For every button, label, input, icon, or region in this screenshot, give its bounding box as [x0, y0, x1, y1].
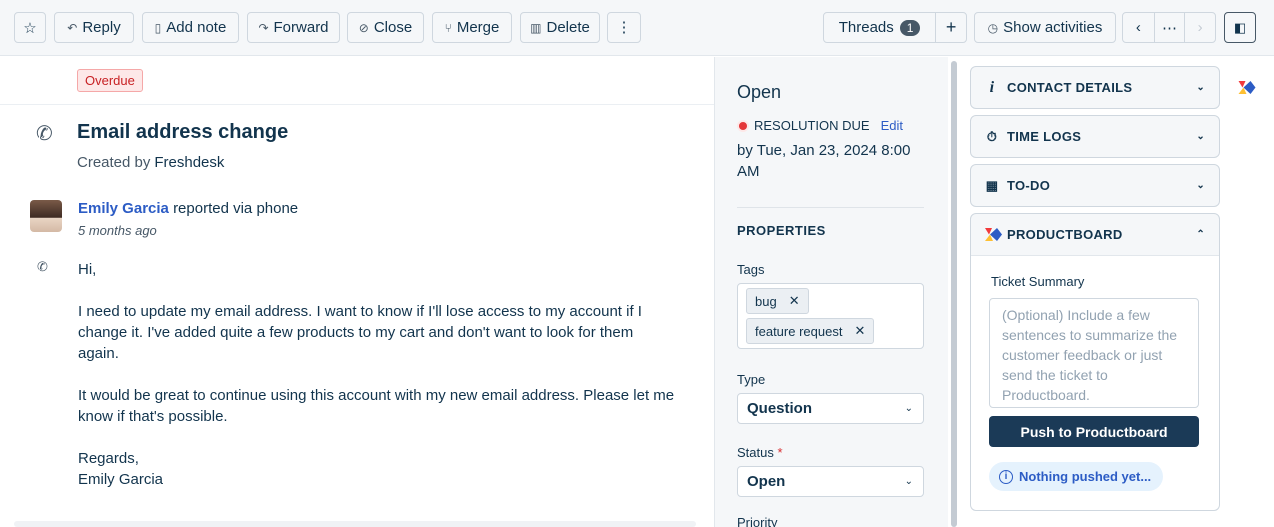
created-by: Created by Freshdesk — [77, 154, 225, 171]
status-dot-icon — [737, 119, 749, 132]
tags-field[interactable]: bug ✕ feature request ✕ — [737, 283, 924, 349]
divider — [0, 104, 714, 105]
ticket-list-button[interactable]: ⋯ — [1153, 13, 1185, 42]
toggle-sidebar-button[interactable]: ◧ — [1224, 12, 1256, 43]
sidebar-icon: ◧ — [1233, 19, 1247, 35]
add-note-button[interactable]: ▯ Add note — [142, 12, 239, 43]
chevron-down-icon: ⌄ — [904, 476, 913, 487]
pager-group: ‹ ⋯ › — [1122, 12, 1216, 43]
properties-heading: PROPERTIES — [737, 223, 826, 238]
time-logs-card[interactable]: ⏱ TIME LOGS ⌄ — [970, 115, 1220, 158]
push-status-pill: i Nothing pushed yet... — [989, 462, 1164, 491]
merge-icon: ⑂ — [444, 20, 452, 35]
reply-icon: ↶ — [67, 20, 78, 35]
info-icon: i — [989, 78, 995, 96]
tag-chip: feature request ✕ — [746, 318, 875, 344]
ticket-summary-input[interactable]: (Optional) Include a few sentences to su… — [989, 298, 1199, 408]
threads-group: Threads 1 + — [823, 12, 967, 43]
chevron-down-icon: ⌄ — [1196, 131, 1205, 142]
stopwatch-icon: ⏱ — [986, 128, 998, 144]
divider — [737, 207, 924, 208]
more-vertical-icon: ⋮ — [616, 18, 632, 36]
contact-details-card[interactable]: i CONTACT DETAILS ⌄ — [970, 66, 1220, 109]
message-time: 5 months ago — [78, 223, 157, 238]
due-date: by Tue, Jan 23, 2024 8:00 AM — [737, 142, 911, 180]
more-button[interactable]: ⋮ — [607, 12, 641, 43]
trash-icon: ▥ — [530, 20, 542, 35]
push-to-productboard-button[interactable]: Push to Productboard — [989, 416, 1199, 447]
author-link[interactable]: Emily Garcia — [78, 200, 169, 217]
productboard-logo-icon — [985, 227, 1002, 242]
chevron-down-icon: ⌄ — [1196, 180, 1205, 191]
show-activities-button[interactable]: ◷ Show activities — [974, 12, 1116, 43]
conversation-pane: Overdue ✆ Email address change Created b… — [0, 57, 714, 527]
message-body: Hi, I need to update my email address. I… — [78, 261, 675, 488]
forward-icon: ↷ — [258, 20, 269, 35]
calendar-icon: ▦ — [985, 177, 999, 193]
phone-icon: ✆ — [37, 259, 48, 274]
scrollbar[interactable] — [948, 57, 960, 527]
merge-button[interactable]: ⑂ Merge — [432, 12, 512, 43]
plus-icon: + — [945, 17, 957, 37]
productboard-body: Ticket Summary (Optional) Include a few … — [971, 255, 1219, 510]
note-icon: ▯ — [154, 20, 162, 35]
phone-icon: ✆ — [36, 123, 53, 145]
todo-card[interactable]: ▦ TO-DO ⌄ — [970, 164, 1220, 207]
chevron-down-icon: ⌄ — [1196, 82, 1205, 93]
status-select[interactable]: Open ⌄ — [737, 466, 924, 497]
add-thread-button[interactable]: + — [935, 13, 966, 42]
overdue-badge: Overdue — [77, 69, 143, 92]
ticket-summary-label: Ticket Summary — [991, 274, 1085, 289]
productboard-app-icon[interactable] — [1238, 81, 1258, 95]
star-icon: ☆ — [23, 19, 37, 37]
ticket-toolbar: ☆ ↶ Reply ▯ Add note ↷ Forward ⊘ Close ⑂ Merg… — [0, 0, 1274, 56]
delete-button[interactable]: ▥ Delete — [520, 12, 600, 43]
check-circle-icon: ⊘ — [358, 20, 369, 35]
tags-label: Tags — [737, 262, 765, 277]
remove-tag-icon[interactable]: ✕ — [854, 323, 865, 339]
info-circle-icon: i — [999, 469, 1013, 484]
chevron-right-icon: › — [1197, 19, 1203, 36]
tag-chip: bug ✕ — [746, 288, 809, 314]
priority-label: Priority — [737, 515, 778, 527]
message-author: Emily Garcia reported via phone — [78, 200, 299, 217]
forward-button[interactable]: ↷ Forward — [247, 12, 340, 43]
productboard-card: PRODUCTBOARD ⌃ Ticket Summary (Optional) … — [970, 213, 1220, 511]
ticket-title: Email address change — [77, 121, 289, 143]
next-ticket-button[interactable]: › — [1184, 13, 1215, 42]
properties-panel: Open RESOLUTION DUE Edit by Tue, Jan 23,… — [714, 57, 948, 527]
threads-button[interactable]: Threads 1 — [824, 13, 935, 42]
edit-due-link[interactable]: Edit — [881, 118, 903, 133]
resolution-due: RESOLUTION DUE Edit — [737, 118, 903, 133]
prev-ticket-button[interactable]: ‹ — [1123, 13, 1154, 42]
chevron-down-icon: ⌄ — [904, 403, 913, 414]
status-title: Open — [737, 82, 782, 102]
star-button[interactable]: ☆ — [14, 12, 46, 43]
threads-count-badge: 1 — [899, 19, 921, 36]
more-horizontal-icon: ⋯ — [1161, 19, 1177, 37]
apps-sidebar: i CONTACT DETAILS ⌄ ⏱ TIME LOGS ⌄ ▦ TO-DO ⌄ PR… — [960, 57, 1274, 527]
close-button[interactable]: ⊘ Close — [347, 12, 424, 43]
chevron-up-icon: ⌃ — [1196, 229, 1205, 240]
type-label: Type — [737, 372, 766, 387]
avatar — [30, 200, 62, 232]
reply-bar — [14, 521, 696, 527]
chevron-left-icon: ‹ — [1135, 19, 1141, 36]
productboard-header[interactable]: PRODUCTBOARD ⌃ — [971, 214, 1219, 255]
reply-button[interactable]: ↶ Reply — [54, 12, 134, 43]
history-icon: ◷ — [987, 20, 999, 35]
remove-tag-icon[interactable]: ✕ — [789, 293, 800, 309]
type-select[interactable]: Question ⌄ — [737, 393, 924, 424]
status-label: Status * — [737, 445, 783, 460]
